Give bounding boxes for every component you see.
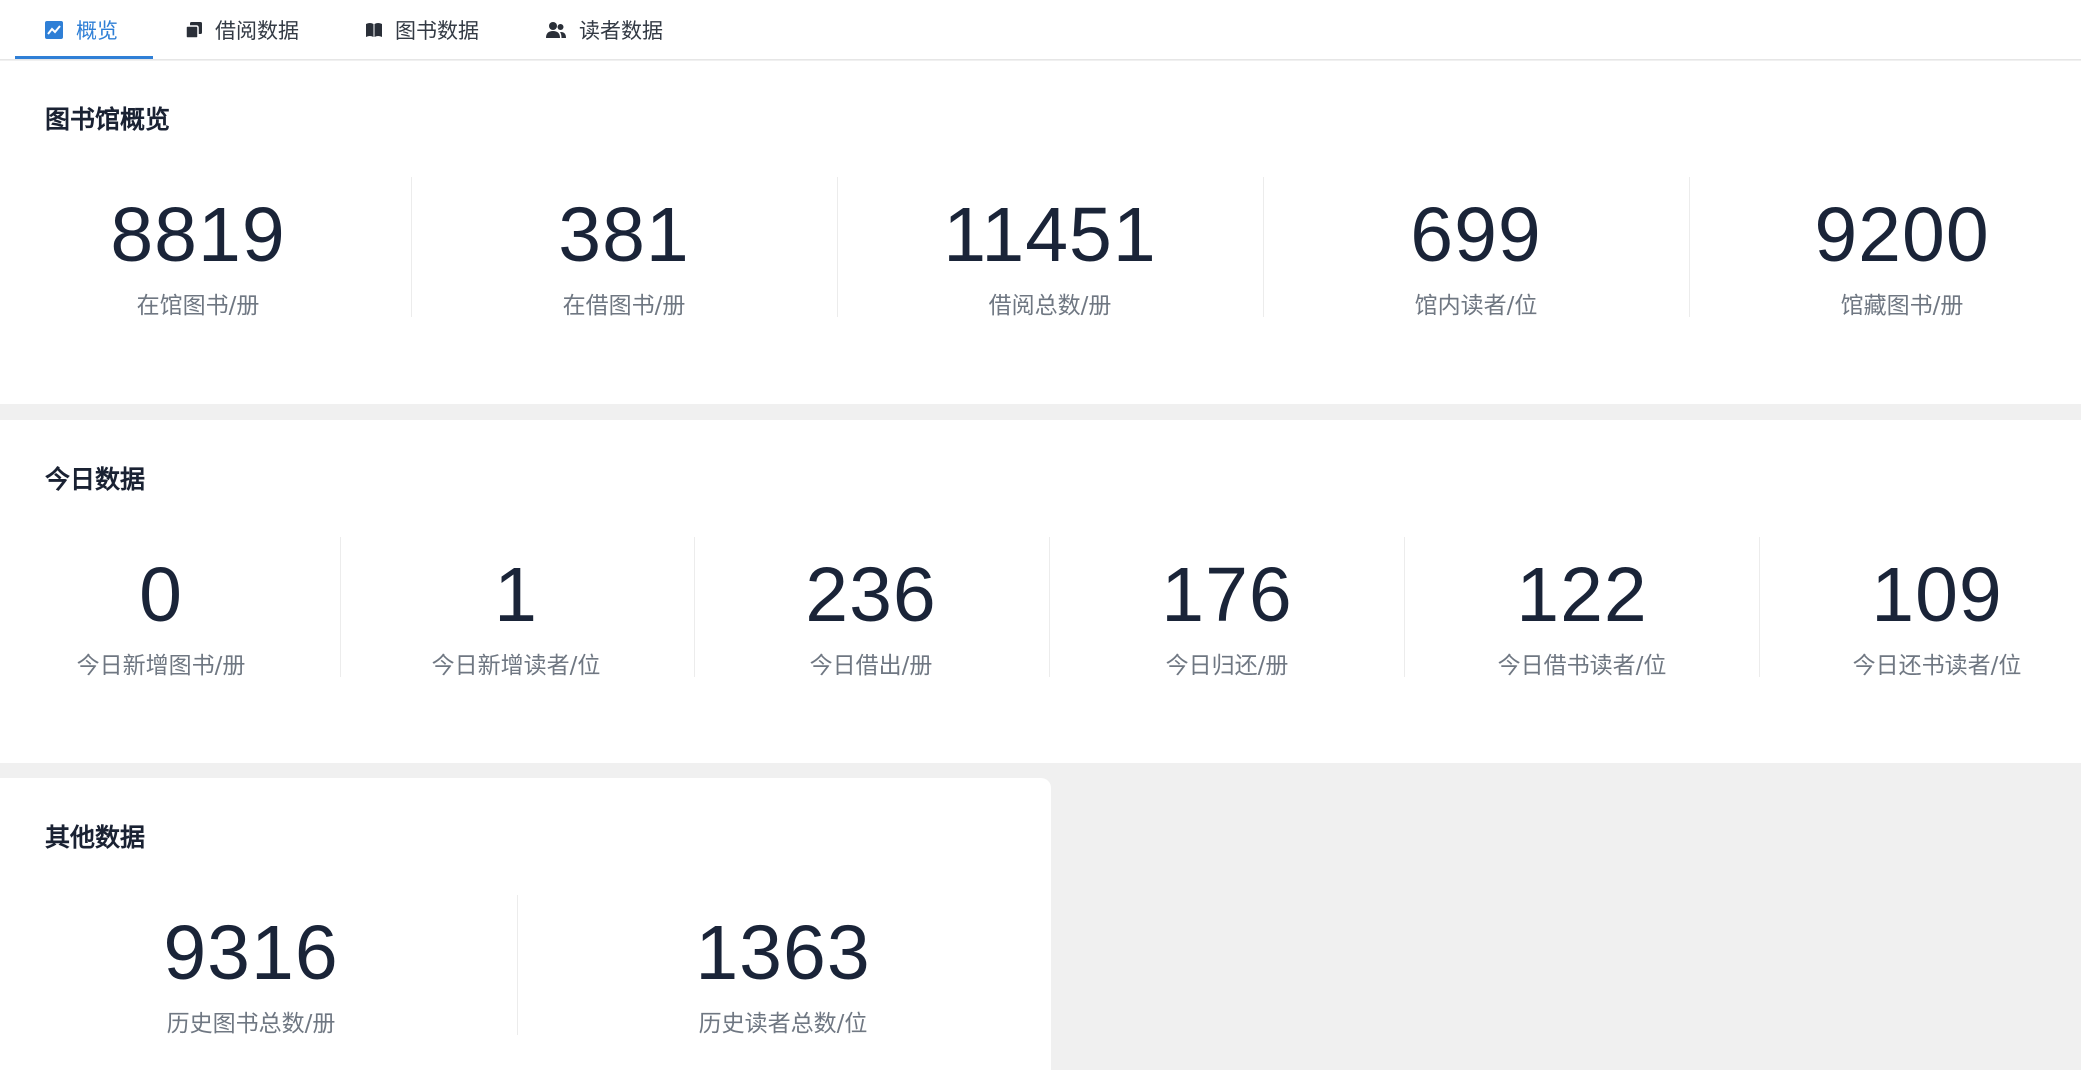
divider — [340, 537, 341, 677]
divider — [1404, 537, 1405, 677]
stat-today-new-books: 0 今日新增图书/册 — [0, 557, 322, 680]
today-title: 今日数据 — [45, 465, 146, 494]
stat-label: 馆藏图书/册 — [1840, 293, 1964, 319]
stat-in-library-books: 8819 在馆图书/册 — [0, 197, 396, 320]
stat-value: 9316 — [163, 910, 339, 996]
divider — [517, 895, 518, 1035]
stat-total-borrows: 11451 借阅总数/册 — [852, 197, 1248, 320]
stat-value: 236 — [805, 552, 937, 638]
overview-card: 图书馆概览 8819 在馆图书/册 381 在借图书/册 11451 借阅总数/… — [0, 61, 2081, 404]
divider — [1263, 177, 1264, 317]
stat-label: 借阅总数/册 — [988, 293, 1112, 319]
tab-book-data-label: 图书数据 — [395, 19, 479, 43]
stat-label: 今日借出/册 — [809, 653, 933, 679]
stat-value: 109 — [1871, 552, 2003, 638]
stat-value: 0 — [139, 552, 183, 638]
divider — [411, 177, 412, 317]
tab-book-data[interactable]: 图书数据 — [365, 0, 479, 60]
stat-value: 381 — [558, 192, 690, 278]
stat-label: 在馆图书/册 — [136, 293, 260, 319]
tab-reader-data-label: 读者数据 — [579, 19, 663, 43]
stat-today-returned: 176 今日归还/册 — [1066, 557, 1388, 680]
other-card: 其他数据 9316 历史图书总数/册 1363 历史读者总数/位 — [0, 778, 1051, 1070]
stat-label: 历史图书总数/册 — [166, 1011, 336, 1037]
stat-label: 今日归还/册 — [1165, 653, 1289, 679]
divider — [694, 537, 695, 677]
stat-today-borrowing-readers: 122 今日借书读者/位 — [1421, 557, 1743, 680]
active-tab-indicator — [15, 56, 153, 59]
stat-label: 在借图书/册 — [562, 293, 686, 319]
tab-borrow-data-label: 借阅数据 — [215, 19, 299, 43]
today-card: 今日数据 0 今日新增图书/册 1 今日新增读者/位 236 今日借出/册 17… — [0, 420, 2081, 763]
book-icon — [365, 21, 383, 39]
tab-bar: 概览 借阅数据 图书数据 读者数据 — [0, 0, 2081, 60]
stat-historical-books: 9316 历史图书总数/册 — [0, 915, 502, 1038]
copy-icon — [185, 21, 203, 39]
stat-value: 176 — [1161, 552, 1293, 638]
stat-value: 699 — [1410, 192, 1542, 278]
stat-label: 今日还书读者/位 — [1852, 653, 2022, 679]
stat-historical-readers: 1363 历史读者总数/位 — [532, 915, 1034, 1038]
stat-borrowed-books: 381 在借图书/册 — [426, 197, 822, 320]
stat-today-borrowed: 236 今日借出/册 — [710, 557, 1032, 680]
divider — [837, 177, 838, 317]
stat-readers-in-library: 699 馆内读者/位 — [1278, 197, 1674, 320]
stat-today-returning-readers: 109 今日还书读者/位 — [1776, 557, 2081, 680]
stat-label: 历史读者总数/位 — [698, 1011, 868, 1037]
tab-overview[interactable]: 概览 — [44, 0, 118, 60]
chart-icon — [44, 20, 64, 40]
stat-value: 11451 — [943, 192, 1157, 278]
stat-value: 122 — [1516, 552, 1648, 638]
stat-label: 今日新增图书/册 — [76, 653, 246, 679]
users-icon — [545, 21, 567, 39]
divider — [1689, 177, 1690, 317]
tab-borrow-data[interactable]: 借阅数据 — [185, 0, 299, 60]
divider — [1759, 537, 1760, 677]
other-title: 其他数据 — [45, 823, 146, 852]
stat-value: 1 — [494, 552, 538, 638]
stat-label: 今日借书读者/位 — [1497, 653, 1667, 679]
stat-value: 8819 — [110, 192, 286, 278]
stat-label: 馆内读者/位 — [1414, 293, 1538, 319]
overview-title: 图书馆概览 — [45, 105, 171, 134]
tab-reader-data[interactable]: 读者数据 — [545, 0, 663, 60]
stat-label: 今日新增读者/位 — [431, 653, 601, 679]
stat-today-new-readers: 1 今日新增读者/位 — [355, 557, 677, 680]
stat-collection-books: 9200 馆藏图书/册 — [1704, 197, 2081, 320]
stat-value: 9200 — [1814, 192, 1990, 278]
tab-overview-label: 概览 — [76, 19, 118, 43]
stat-value: 1363 — [695, 910, 871, 996]
divider — [1049, 537, 1050, 677]
